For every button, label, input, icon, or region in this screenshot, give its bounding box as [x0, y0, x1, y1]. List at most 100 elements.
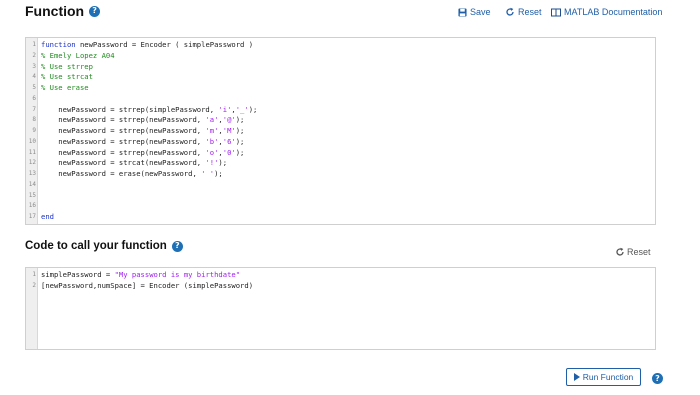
code-token: ); — [235, 147, 245, 157]
code-line[interactable]: 7 newPassword = strrep(simplePassword, '… — [26, 105, 257, 114]
code-line[interactable]: 16 — [26, 201, 41, 210]
reset-call-button[interactable]: Reset — [615, 247, 651, 257]
call-code-editor[interactable]: 1 simplePassword = "My password is my bir… — [25, 267, 656, 350]
code-token: newPassword = strrep(newPassword, — [41, 115, 206, 125]
line-number: 17 — [28, 213, 36, 221]
code-text: newPassword = erase(newPassword, ' '); — [38, 169, 223, 179]
code-line[interactable]: 5% Use erase — [26, 83, 89, 92]
code-token: 'm' — [205, 126, 219, 136]
code-text: newPassword = strrep(newPassword, 'm','M… — [38, 126, 244, 135]
code-token: 'i' — [218, 104, 232, 114]
doc-label: MATLAB Documentation — [564, 7, 663, 17]
code-text: [newPassword,numSpace] = Encoder (simple… — [38, 281, 253, 290]
line-number: 2 — [32, 281, 36, 289]
code-text: % Use strcat — [38, 72, 93, 81]
play-icon — [573, 373, 580, 381]
code-line[interactable]: 3% Use strrep — [26, 62, 93, 71]
code-token: newPassword = Encoder ( simplePassword ) — [75, 40, 254, 50]
code-line[interactable]: 13 newPassword = erase(newPassword, ' ')… — [26, 169, 223, 178]
code-text: function newPassword = Encoder ( simpleP… — [38, 40, 253, 49]
help-icon[interactable]: ? — [89, 5, 101, 17]
code-text: % Use strrep — [38, 62, 93, 71]
code-text: % Use erase — [38, 83, 89, 92]
line-number: 10 — [28, 137, 36, 145]
code-line[interactable]: 6 — [26, 94, 41, 103]
code-text: newPassword = strrep(newPassword, 'b','6… — [38, 137, 244, 146]
line-number: 14 — [28, 180, 36, 188]
code-token: newPassword = strrep(newPassword, — [41, 136, 206, 146]
line-number: 7 — [32, 105, 36, 113]
line-number: 8 — [32, 116, 36, 124]
code-line[interactable]: 2 [newPassword,numSpace] = Encoder (simpl… — [26, 281, 253, 290]
page-title: Function ? — [25, 3, 101, 19]
code-line[interactable]: 10 newPassword = strrep(newPassword, 'b'… — [26, 137, 245, 146]
line-number: 15 — [28, 191, 36, 199]
code-line[interactable]: 11 newPassword = strrep(newPassword, 'o'… — [26, 148, 245, 157]
code-token: newPassword = erase(newPassword, — [41, 169, 202, 179]
line-number: 3 — [32, 62, 36, 70]
line-number: 2 — [32, 51, 36, 59]
code-token: 'o' — [205, 147, 219, 157]
line-number: 12 — [28, 159, 36, 167]
code-text: end — [38, 212, 54, 221]
call-section-title-label: Code to call your function — [25, 240, 167, 252]
reset-icon — [505, 7, 515, 17]
reset-label: Reset — [518, 7, 542, 17]
matlab-documentation-link[interactable]: MATLAB Documentation — [551, 7, 662, 17]
code-token: 'b' — [205, 136, 219, 146]
book-icon — [551, 8, 561, 17]
code-text: newPassword = strrep(newPassword, 'a','@… — [38, 115, 244, 124]
run-function-button[interactable]: Run Function — [566, 368, 641, 386]
function-code-editor[interactable]: 1 function newPassword = Encoder ( simple… — [25, 37, 656, 225]
code-token: % Use strcat — [41, 72, 93, 82]
code-token: [newPassword,numSpace] = Encoder (simple… — [41, 280, 254, 290]
line-number: 5 — [32, 84, 36, 92]
code-token: 'a' — [205, 115, 219, 125]
code-line[interactable]: 1 function newPassword = Encoder ( simple… — [26, 40, 253, 49]
line-number: 1 — [32, 271, 36, 279]
code-line[interactable]: 8 newPassword = strrep(newPassword, 'a',… — [26, 115, 244, 124]
code-token: '_' — [235, 104, 249, 114]
code-token: ); — [218, 158, 228, 168]
code-token: newPassword = strcat(newPassword, — [41, 158, 206, 168]
code-token: % Emely Lopez A04 — [41, 50, 115, 60]
reset-icon — [615, 247, 625, 257]
code-line[interactable]: 12 newPassword = strcat(newPassword, '!'… — [26, 158, 227, 167]
code-line[interactable]: 1 simplePassword = "My password is my bir… — [26, 270, 240, 279]
code-token: simplePassword = — [41, 270, 115, 280]
code-token: % Use strrep — [41, 61, 93, 71]
code-token: '!' — [205, 158, 219, 168]
line-number: 11 — [28, 148, 36, 156]
code-token: 'M' — [222, 126, 236, 136]
code-line[interactable]: 2% Emely Lopez A04 — [26, 51, 115, 60]
code-text: newPassword = strrep(simplePassword, 'i'… — [38, 105, 257, 114]
code-token: newPassword = strrep(simplePassword, — [41, 104, 219, 114]
line-number: 16 — [28, 202, 36, 210]
help-icon[interactable]: ? — [171, 240, 183, 252]
code-token: '6' — [222, 136, 236, 146]
line-number: 13 — [28, 170, 36, 178]
call-section-title: Code to call your function ? — [25, 240, 183, 252]
code-line[interactable]: 15 — [26, 191, 41, 200]
code-token: ); — [248, 104, 258, 114]
reset-button[interactable]: Reset — [505, 7, 542, 17]
code-token: end — [41, 212, 54, 222]
line-number: 6 — [32, 94, 36, 102]
code-token: function — [41, 40, 76, 50]
code-token: '0' — [222, 147, 236, 157]
save-icon — [458, 7, 467, 17]
code-token: % Use erase — [41, 83, 89, 93]
code-token: newPassword = strrep(newPassword, — [41, 126, 206, 136]
code-text: % Emely Lopez A04 — [38, 51, 115, 60]
save-label: Save — [470, 7, 491, 17]
code-line[interactable]: 9 newPassword = strrep(newPassword, 'm',… — [26, 126, 244, 135]
save-button[interactable]: Save — [458, 7, 491, 17]
code-line[interactable]: 4% Use strcat — [26, 72, 93, 81]
code-line[interactable]: 17 end — [26, 212, 54, 221]
code-text: newPassword = strrep(newPassword, 'o','0… — [38, 148, 244, 157]
code-line[interactable]: 14 — [26, 180, 41, 189]
code-token: ); — [214, 169, 223, 179]
help-icon[interactable]: ? — [652, 373, 663, 384]
code-token: ); — [235, 126, 245, 136]
page-title-label: Function — [25, 3, 85, 19]
